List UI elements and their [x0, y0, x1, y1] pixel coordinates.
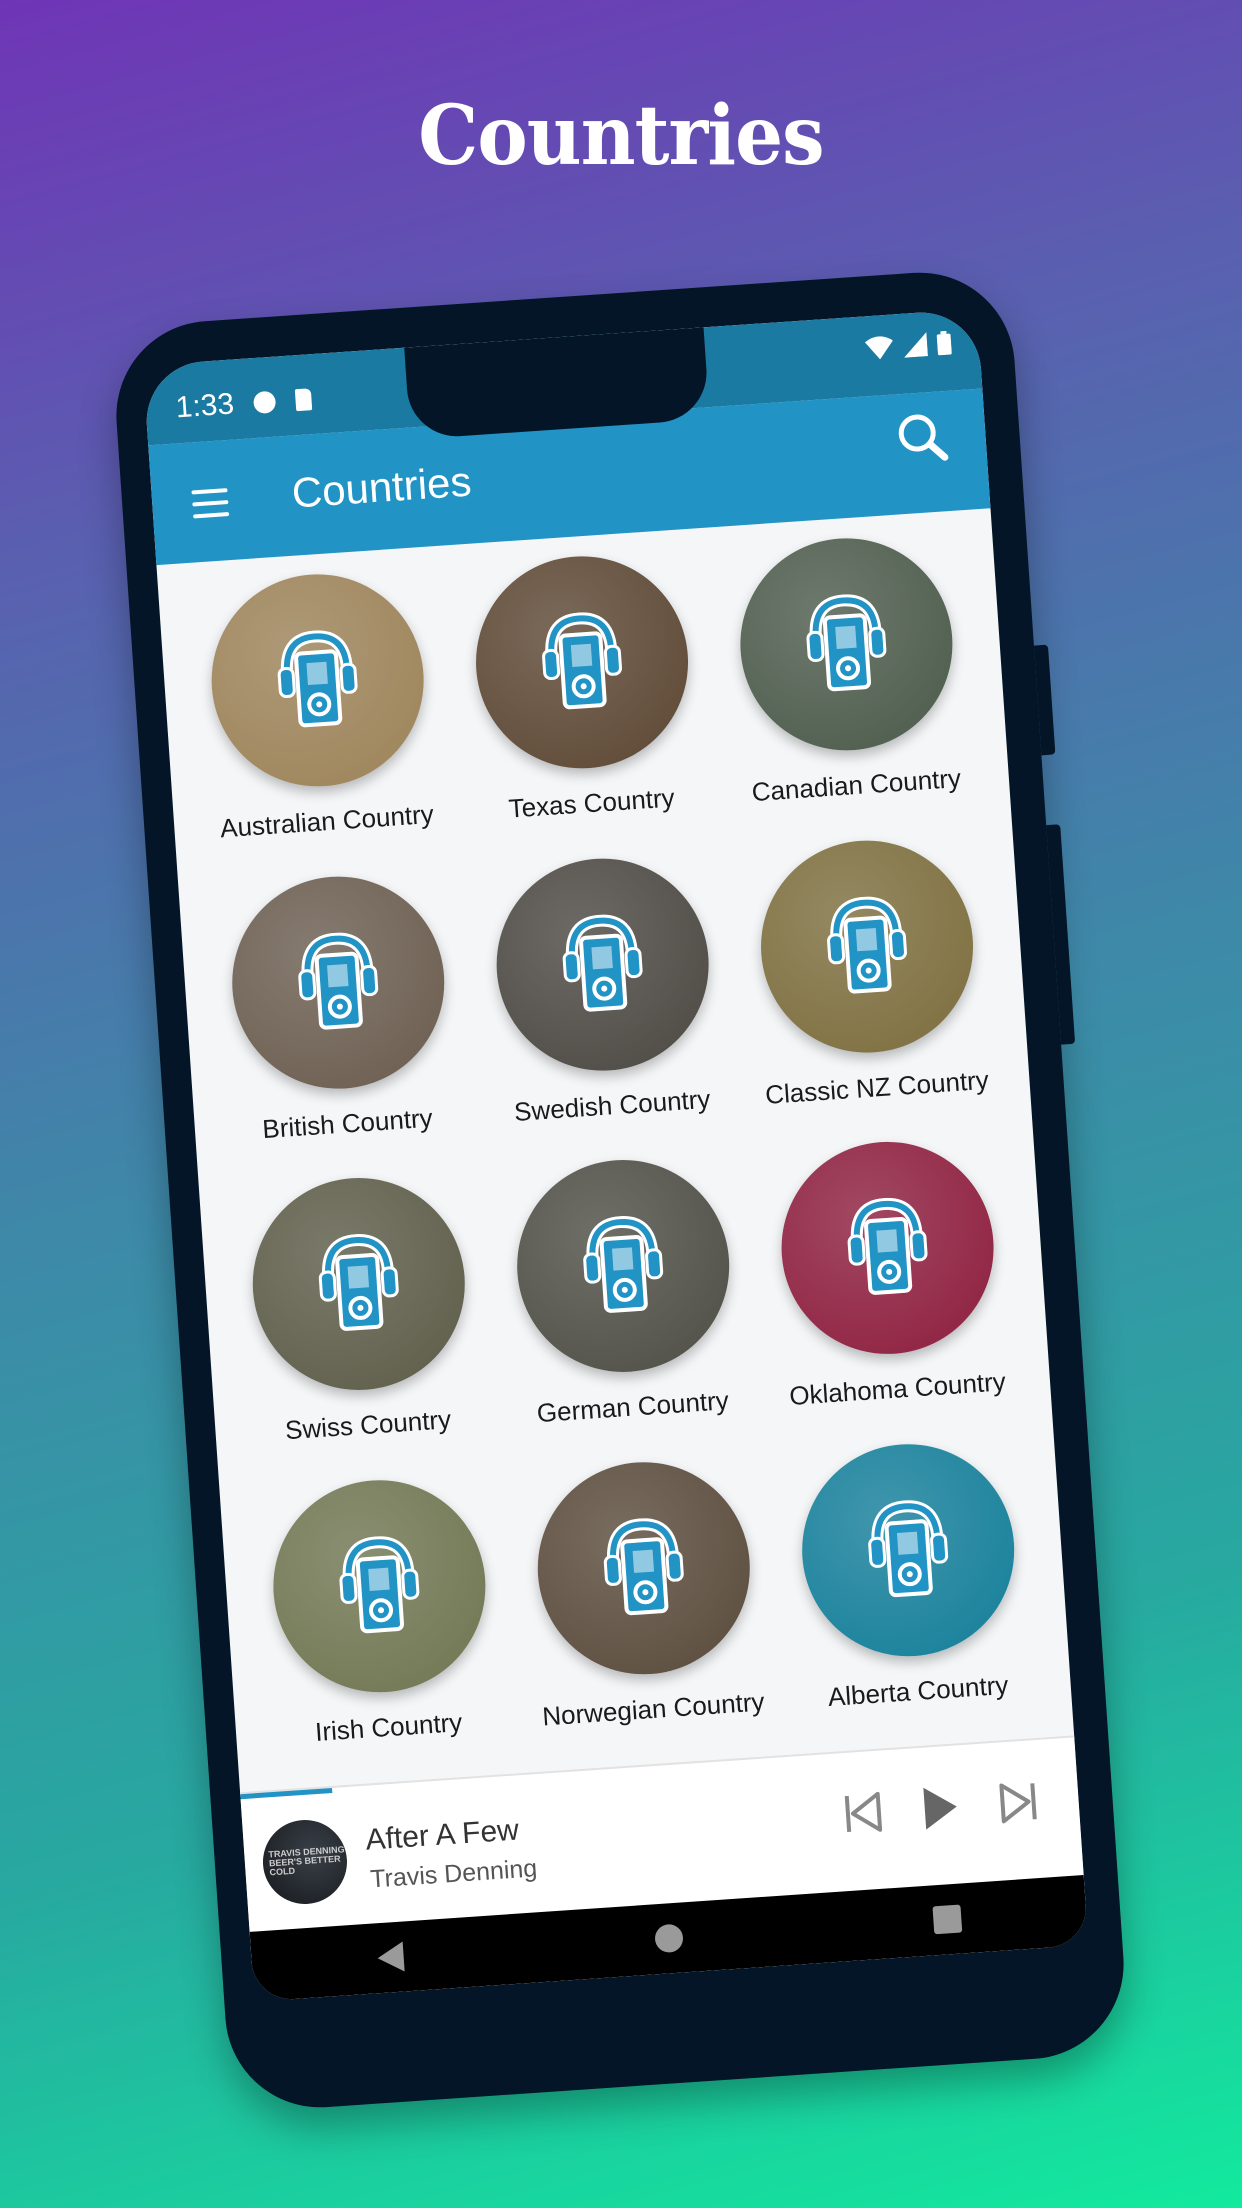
station-label: Oklahoma Country — [788, 1366, 1007, 1411]
station-grid: Australian Country Texas Country Canadian … — [156, 508, 1074, 1792]
wifi-icon — [864, 336, 893, 360]
station-thumbnail[interactable] — [489, 851, 716, 1078]
station-thumbnail[interactable] — [266, 1472, 492, 1699]
station-thumbnail[interactable] — [754, 833, 981, 1060]
status-time: 1:33 — [174, 387, 236, 425]
station-label: Texas Country — [507, 782, 676, 824]
previous-icon[interactable] — [841, 1790, 884, 1837]
power-button — [1033, 644, 1056, 756]
battery-icon — [936, 330, 952, 356]
station-tile[interactable]: Canadian Country — [707, 530, 992, 850]
app-bar-title: Countries — [290, 457, 473, 517]
radio-player-icon — [827, 896, 908, 994]
radio-player-icon — [562, 914, 643, 1012]
station-label: Swiss Country — [284, 1404, 452, 1446]
station-thumbnail[interactable] — [795, 1436, 1022, 1663]
radio-player-icon — [318, 1234, 399, 1331]
station-label: British Country — [261, 1102, 434, 1144]
phone-frame: 1:33 Countries Australian Country Texas C… — [110, 266, 1130, 2114]
station-thumbnail[interactable] — [774, 1134, 1001, 1361]
radio-player-icon — [542, 612, 622, 710]
track-title: After A Few — [364, 1813, 520, 1857]
station-label: Australian Country — [219, 798, 435, 844]
radio-player-icon — [583, 1216, 664, 1313]
track-artist: Travis Denning — [369, 1854, 539, 1894]
menu-icon[interactable] — [191, 488, 230, 526]
station-label: Swedish Country — [513, 1083, 712, 1127]
station-label: Irish Country — [314, 1706, 464, 1747]
station-thumbnail[interactable] — [245, 1171, 472, 1397]
station-tile[interactable]: Swiss Country — [219, 1169, 504, 1489]
station-label: Norwegian Country — [541, 1685, 766, 1731]
radio-player-icon — [847, 1198, 928, 1295]
recents-icon[interactable] — [931, 1903, 963, 1935]
next-icon[interactable] — [997, 1779, 1040, 1826]
radio-player-icon — [806, 594, 887, 692]
radio-player-icon — [339, 1535, 419, 1633]
station-thumbnail[interactable] — [510, 1152, 737, 1379]
station-thumbnail[interactable] — [469, 549, 695, 776]
signal-icon — [904, 332, 928, 358]
promo-title: Countries — [418, 88, 824, 184]
sd-card-icon — [295, 388, 313, 412]
station-tile[interactable]: Swedish Country — [463, 849, 748, 1169]
station-tile[interactable]: Irish Country — [239, 1471, 524, 1791]
station-label: Alberta Country — [826, 1669, 1010, 1712]
notification-icon — [253, 390, 277, 415]
volume-button — [1046, 824, 1076, 1045]
station-thumbnail[interactable] — [530, 1454, 757, 1681]
station-tile[interactable]: Norwegian Country — [504, 1453, 789, 1773]
station-thumbnail[interactable] — [204, 567, 431, 794]
search-icon[interactable] — [894, 409, 952, 467]
station-tile[interactable]: Oklahoma Country — [748, 1133, 1033, 1453]
album-art: TRAVIS DENNING BEER'S BETTER COLD — [260, 1817, 350, 1907]
station-tile[interactable]: German Country — [484, 1151, 769, 1471]
station-thumbnail[interactable] — [733, 531, 960, 758]
station-thumbnail[interactable] — [224, 869, 451, 1096]
station-tile[interactable]: Classic NZ Country — [728, 831, 1013, 1151]
station-tile[interactable]: Alberta Country — [769, 1435, 1054, 1755]
station-tile[interactable]: British Country — [198, 867, 483, 1187]
back-icon[interactable] — [375, 1939, 407, 1975]
radio-player-icon — [277, 630, 358, 728]
station-tile[interactable]: Texas Country — [442, 548, 727, 868]
station-tile[interactable]: Australian Country — [178, 566, 463, 886]
radio-player-icon — [603, 1517, 684, 1615]
screen: 1:33 Countries Australian Country Texas C… — [142, 308, 1089, 2002]
radio-player-icon — [868, 1499, 949, 1597]
play-icon[interactable] — [921, 1783, 960, 1831]
station-label: Classic NZ Country — [764, 1064, 990, 1110]
home-icon[interactable] — [653, 1922, 685, 1954]
station-label: Canadian Country — [750, 762, 962, 808]
station-label: German Country — [535, 1385, 730, 1429]
radio-player-icon — [297, 932, 378, 1030]
